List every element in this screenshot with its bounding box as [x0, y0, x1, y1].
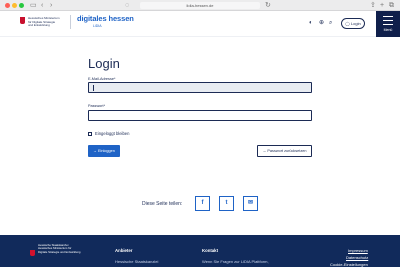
twitter-share-button[interactable]: t [219, 196, 234, 211]
hamburger-icon [383, 20, 393, 21]
forward-icon[interactable]: › [50, 1, 52, 10]
url-text: lidia-hessen.de [186, 3, 214, 8]
footer-link-datenschutz[interactable]: Datenschutz [346, 255, 368, 260]
tabs-overview-icon[interactable]: ⧉ [389, 1, 394, 10]
browser-toolbar: ▭ ‹ › ◌ lidia-hessen.de ↻ ⇪ + ⧉ [0, 0, 400, 11]
email-icon: ✉ [247, 200, 254, 206]
footer-col2-title: Kontakt [202, 248, 218, 253]
hamburger-icon [383, 16, 393, 17]
ministry-logo[interactable]: Hessisches Ministerium für Digitale Stra… [28, 16, 60, 28]
accessibility-icon[interactable]: ◐ [309, 20, 313, 26]
email-field[interactable] [88, 82, 312, 93]
new-tab-icon[interactable]: + [380, 1, 384, 10]
site-header [0, 11, 400, 37]
remember-me-label[interactable]: Eingeloggt bleiben [95, 131, 129, 136]
logo-divider [70, 15, 71, 29]
menu-label: Menü [383, 28, 393, 32]
address-bar[interactable]: lidia-hessen.de [140, 2, 260, 9]
hamburger-icon [383, 24, 393, 25]
footer-crest-icon [30, 250, 35, 256]
hessen-crest-icon [20, 17, 25, 24]
footer-link-impressum[interactable]: Impressum [348, 248, 368, 253]
password-label: Passwort* [88, 104, 106, 108]
close-window-button[interactable] [5, 3, 10, 8]
share-browser-icon[interactable]: ⇪ [370, 1, 376, 10]
user-icon: ◯ [345, 21, 350, 26]
shield-icon[interactable]: ◌ [125, 1, 129, 10]
ministry-line: und Entwicklung [28, 23, 50, 27]
maximize-window-button[interactable] [19, 3, 24, 8]
email-share-button[interactable]: ✉ [243, 196, 258, 211]
sidebar-toggle-icon[interactable]: ▭ [30, 1, 37, 10]
menu-button[interactable]: Menü [376, 11, 400, 37]
footer-col1-text: Hessische Staatskanzlei [115, 259, 159, 264]
search-icon[interactable]: ⌕ [329, 20, 332, 26]
lidia-logo-sub: LiDIA [93, 24, 102, 28]
facebook-icon: f [201, 200, 204, 206]
footer-col1-title: Anbieter [115, 248, 133, 253]
footer-link-cookies[interactable]: Cookie-Einstellungen [330, 262, 368, 267]
email-label: E-Mail-Adresse* [88, 77, 116, 81]
reload-icon[interactable]: ↻ [265, 1, 271, 10]
share-label: Diese Seite teilen: [142, 201, 183, 207]
digitales-hessen-logo[interactable]: digitales hessen [77, 14, 134, 23]
text-caret [93, 85, 94, 91]
footer-brand-line: Digitale Strategie und Entwicklung [38, 249, 81, 254]
globe-icon[interactable]: ⊕ [319, 20, 324, 26]
facebook-share-button[interactable]: f [195, 196, 210, 211]
twitter-icon: t [225, 200, 228, 206]
login-submit-button[interactable]: → Einloggen [88, 145, 120, 157]
footer-col2-text: Wenn Sie Fragen zur LiDIA Plattform, [202, 259, 269, 264]
reset-password-button[interactable]: → Passwort zurücksetzen [257, 145, 312, 157]
password-field[interactable] [88, 110, 312, 121]
minimize-window-button[interactable] [12, 3, 17, 8]
page-title: Login [88, 56, 120, 71]
back-icon[interactable]: ‹ [41, 1, 43, 10]
footer-brand[interactable]: Hessische Staatskanzlei Hessisches Minis… [38, 243, 81, 254]
header-login-label: Login [350, 21, 361, 26]
remember-me-checkbox[interactable] [88, 132, 92, 136]
header-login-button[interactable]: ◯ Login [341, 18, 365, 29]
